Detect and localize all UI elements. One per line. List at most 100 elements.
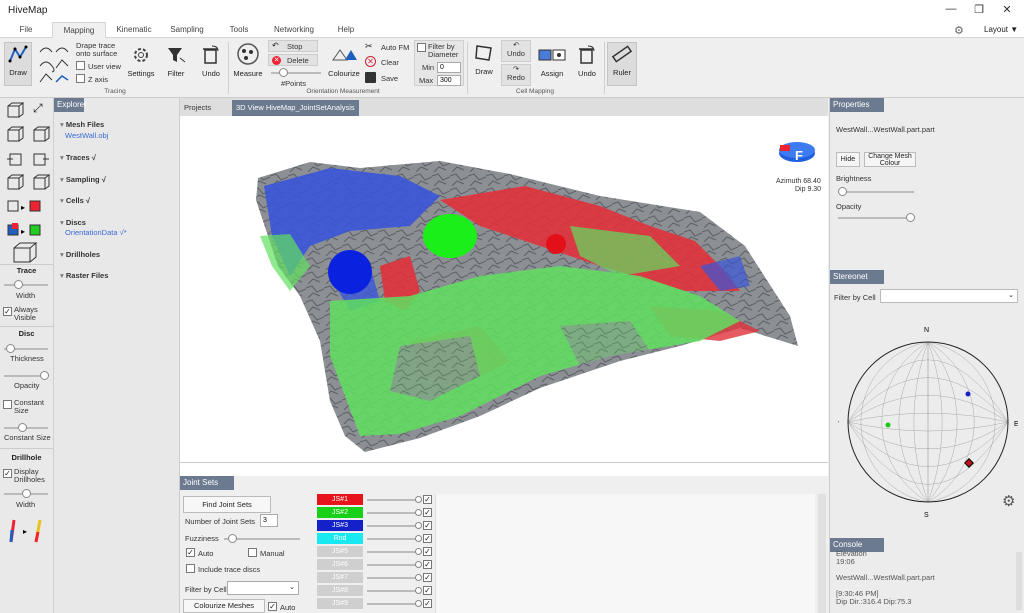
max-input[interactable]	[437, 75, 461, 86]
auto-checkbox[interactable]	[186, 548, 195, 557]
disc-js3[interactable]	[328, 250, 372, 294]
stereonet-filter-select[interactable]: ⌄	[880, 289, 1018, 303]
constant-size-checkbox[interactable]	[3, 400, 12, 409]
pole-js2[interactable]	[885, 422, 891, 428]
maximize-button[interactable]: ❐	[968, 3, 990, 19]
constant-size-knob[interactable]	[18, 423, 27, 432]
include-trace-checkbox[interactable]	[186, 564, 195, 573]
drillhole-width-slider[interactable]	[4, 489, 48, 498]
sampling-node[interactable]: Sampling √	[60, 175, 106, 184]
tab-networking[interactable]: Networking	[266, 22, 322, 38]
joint-set-slider[interactable]	[367, 600, 422, 607]
display-drillholes-checkbox[interactable]	[3, 469, 12, 478]
joint-set-visible-checkbox[interactable]	[423, 521, 432, 530]
joint-set-visible-checkbox[interactable]	[423, 547, 432, 556]
view-top-icon[interactable]	[6, 174, 24, 190]
mesh-file-item[interactable]: WestWall.obj	[65, 131, 108, 140]
joint-set-slider-knob[interactable]	[415, 587, 422, 594]
view-left-icon[interactable]	[6, 150, 24, 166]
measure-button[interactable]: Measure	[231, 42, 265, 86]
3d-viewport[interactable]: F Azimuth 68.40 Dip 9.30	[180, 116, 828, 462]
colourize-meshes-button[interactable]: Colourize Meshes	[183, 599, 265, 613]
view-bottom-icon[interactable]	[32, 174, 50, 190]
disc-opacity-knob[interactable]	[40, 371, 49, 380]
stop-button[interactable]: ↶ Stop	[268, 40, 318, 52]
tab-file[interactable]: File	[6, 22, 46, 38]
assign-button[interactable]: Assign	[536, 44, 568, 86]
view-right-icon[interactable]	[32, 150, 50, 166]
joint-set-visible-checkbox[interactable]	[423, 508, 432, 517]
joint-set-slider-knob[interactable]	[415, 535, 422, 542]
joint-set-scrollbar[interactable]	[818, 494, 826, 613]
joint-set-slider[interactable]	[367, 535, 422, 542]
cell-redo-button[interactable]: ↷ Redo	[501, 64, 531, 86]
auto-fm-button[interactable]: Auto FM	[381, 43, 409, 52]
wire-cube-icon[interactable]	[8, 242, 42, 264]
joint-set-visible-checkbox[interactable]	[423, 534, 432, 543]
joint-set-swatch[interactable]: JS#3	[317, 520, 363, 531]
cells-node[interactable]: Cells √	[60, 196, 90, 205]
trace-width-knob[interactable]	[14, 280, 23, 289]
disc-js2[interactable]	[423, 214, 477, 258]
tab-tools[interactable]: Tools	[214, 22, 264, 38]
tab-mapping[interactable]: Mapping	[52, 22, 106, 38]
filter-by-cell-select[interactable]: ⌄	[227, 581, 299, 595]
joint-set-visible-checkbox[interactable]	[423, 573, 432, 582]
tab-sampling[interactable]: Sampling	[162, 22, 212, 38]
hide-button[interactable]: Hide	[836, 152, 860, 167]
joint-set-slider[interactable]	[367, 574, 422, 581]
view-cube-icon[interactable]	[6, 102, 24, 118]
points-slider-knob[interactable]	[279, 68, 288, 77]
tab-kinematic[interactable]: Kinematic	[108, 22, 160, 38]
gear-icon[interactable]: ⚙	[954, 24, 964, 37]
trace-draw-button[interactable]: Draw	[4, 42, 32, 86]
joint-set-swatch[interactable]: Rnd	[317, 533, 363, 544]
user-view-checkbox[interactable]	[76, 61, 85, 70]
mesh-files-node[interactable]: Mesh Files	[60, 120, 104, 129]
joint-set-swatch[interactable]: JS#1	[317, 494, 363, 505]
joint-set-slider-knob[interactable]	[415, 548, 422, 555]
drillhole-width-knob[interactable]	[22, 489, 31, 498]
joint-set-slider[interactable]	[367, 587, 422, 594]
joint-set-slider[interactable]	[367, 548, 422, 555]
fit-view-icon[interactable]: ⤢	[33, 101, 43, 116]
manual-checkbox[interactable]	[248, 548, 257, 557]
joint-set-slider-knob[interactable]	[415, 496, 422, 503]
always-visible-checkbox[interactable]	[3, 307, 12, 316]
trace-width-slider[interactable]	[4, 280, 48, 289]
find-joint-sets-button[interactable]: Find Joint Sets	[183, 496, 271, 513]
minimize-button[interactable]: —	[940, 3, 962, 19]
min-input[interactable]	[437, 62, 461, 73]
fuzziness-knob[interactable]	[228, 534, 237, 543]
raster-files-node[interactable]: Raster Files	[60, 271, 109, 280]
view-scrollbar[interactable]	[180, 462, 828, 476]
joint-set-slider-knob[interactable]	[415, 522, 422, 529]
drillholes-node[interactable]: Drillholes	[60, 250, 100, 259]
joint-set-visible-checkbox[interactable]	[423, 586, 432, 595]
mesh-render[interactable]	[180, 116, 828, 462]
tab-help[interactable]: Help	[324, 22, 368, 38]
view-back-icon[interactable]	[32, 126, 50, 142]
number-of-sets-input[interactable]	[260, 514, 278, 527]
disc-opacity-slider[interactable]	[4, 371, 49, 380]
discs-item[interactable]: OrientationData √*	[65, 228, 127, 237]
save-button[interactable]: Save	[381, 74, 398, 83]
filter-button[interactable]: Filter	[162, 44, 190, 86]
points-slider[interactable]	[271, 68, 321, 77]
joint-set-slider[interactable]	[367, 522, 422, 529]
stereonet-plot[interactable]: N E S W	[838, 322, 1018, 522]
stereonet-settings-icon[interactable]: ⚙	[1002, 492, 1015, 510]
brightness-knob[interactable]	[838, 187, 847, 196]
settings-button[interactable]: Settings	[125, 44, 157, 86]
joint-set-visible-checkbox[interactable]	[423, 495, 432, 504]
thickness-slider[interactable]	[4, 344, 48, 353]
constant-size-slider[interactable]	[4, 423, 48, 432]
cell-undo2-button[interactable]: Undo	[572, 44, 602, 86]
mesh-opacity-knob[interactable]	[906, 213, 915, 222]
view-front-icon[interactable]	[6, 126, 24, 142]
joint-set-swatch[interactable]: JS#8	[317, 585, 363, 596]
auto2-checkbox[interactable]	[268, 602, 277, 611]
traces-node[interactable]: Traces √	[60, 153, 96, 162]
joint-set-swatch[interactable]: JS#2	[317, 507, 363, 518]
mesh-opacity-slider[interactable]	[838, 213, 915, 222]
